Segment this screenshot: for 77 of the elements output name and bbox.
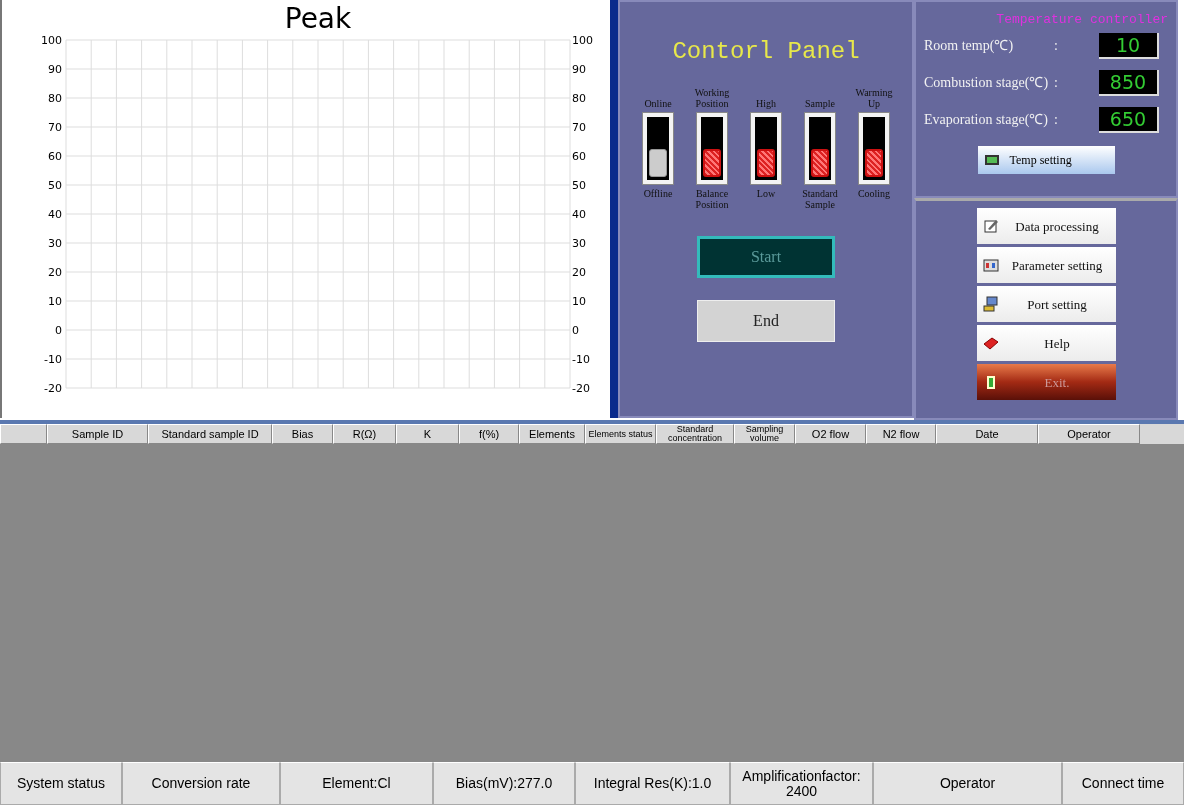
- switch-label: High: [756, 97, 776, 109]
- column-header[interactable]: O2 flow: [795, 424, 866, 444]
- y-axis-label: -20: [572, 382, 590, 395]
- y-axis-label: 60: [48, 150, 62, 163]
- y-axis-label: 80: [48, 92, 62, 105]
- y-axis-label: 40: [572, 208, 586, 221]
- switch-label: Balance Position: [694, 188, 730, 212]
- y-axis-label: 90: [572, 63, 586, 76]
- switch-label: Warming Up: [854, 86, 894, 109]
- y-axis-label: 90: [48, 63, 62, 76]
- switch-label: Cooling: [857, 188, 891, 201]
- switch-label: Standard Sample: [801, 188, 839, 212]
- switch-label: Working Position: [693, 86, 731, 109]
- y-axis-label: 30: [572, 237, 586, 250]
- reading-display: 10: [1099, 32, 1159, 59]
- temp-setting-button[interactable]: Temp setting: [977, 146, 1115, 174]
- y-axis-label: 70: [48, 121, 62, 134]
- status-field: Element:Cl: [280, 762, 433, 805]
- y-axis-label: 0: [572, 324, 579, 337]
- chart-title: Peak: [284, 2, 352, 35]
- y-axis-label: 10: [48, 295, 62, 308]
- y-axis-label: -20: [44, 382, 62, 395]
- column-header[interactable]: K: [396, 424, 459, 444]
- panel-title: Contorl Panel: [672, 38, 860, 65]
- column-header[interactable]: Sample ID: [47, 424, 148, 444]
- y-axis-label: 20: [48, 266, 62, 279]
- start-button[interactable]: Start: [697, 236, 835, 278]
- action-button[interactable]: Port setting: [976, 286, 1116, 322]
- panel-title: Temperature controller: [995, 12, 1168, 27]
- column-header[interactable]: Sampling volume: [734, 424, 795, 444]
- y-axis-label: 50: [572, 179, 586, 192]
- switch-label: Online: [644, 97, 672, 109]
- y-axis-label: 40: [48, 208, 62, 221]
- column-header[interactable]: Operator: [1038, 424, 1140, 444]
- y-axis-label: 100: [41, 34, 62, 47]
- y-axis-label: 70: [572, 121, 586, 134]
- column-header[interactable]: Elements: [519, 424, 585, 444]
- y-axis-label: 100: [572, 34, 593, 47]
- reading-display: 850: [1099, 69, 1159, 96]
- status-field: Bias(mV):277.0: [433, 762, 575, 805]
- y-axis-label: 60: [572, 150, 586, 163]
- column-header[interactable]: Date: [936, 424, 1038, 444]
- column-header[interactable]: R(Ω): [333, 424, 396, 444]
- column-header[interactable]: f(%): [459, 424, 519, 444]
- y-axis-label: 0: [55, 324, 62, 337]
- column-header[interactable]: Standard concentration: [656, 424, 734, 444]
- action-button[interactable]: Data processing: [976, 208, 1116, 244]
- status-field: Connect time: [1062, 762, 1184, 805]
- reading-label: Room temp(℃): [924, 38, 1015, 53]
- switch-label: Low: [756, 188, 776, 201]
- end-button[interactable]: End: [697, 300, 835, 342]
- action-button[interactable]: Parameter setting: [976, 247, 1116, 283]
- y-axis-label: 30: [48, 237, 62, 250]
- action-button[interactable]: Help: [976, 325, 1116, 361]
- separator: :: [1054, 111, 1059, 128]
- reading-label: Evaporation stage(℃): [924, 112, 1049, 127]
- switch-label: Sample: [805, 97, 835, 109]
- switch-label: Offline: [643, 188, 673, 201]
- column-header[interactable]: Elements status: [585, 424, 656, 444]
- status-field: Integral Res(K):1.0: [575, 762, 730, 805]
- y-axis-label: 20: [572, 266, 586, 279]
- y-axis-label: 10: [572, 295, 586, 308]
- column-header[interactable]: N2 flow: [866, 424, 936, 444]
- column-header[interactable]: Standard sample ID: [148, 424, 272, 444]
- separator: :: [1054, 74, 1059, 91]
- reading-label: Combustion stage(℃): [924, 75, 1050, 90]
- column-header[interactable]: Bias: [272, 424, 333, 444]
- status-field: System status: [0, 762, 122, 805]
- separator: :: [1054, 37, 1059, 54]
- y-axis-label: -10: [572, 353, 590, 366]
- y-axis-label: 80: [572, 92, 586, 105]
- y-axis-label: -10: [44, 353, 62, 366]
- status-field: Operator: [873, 762, 1062, 805]
- status-field: Amplificationfactor: 2400: [730, 762, 873, 805]
- y-axis-label: 50: [48, 179, 62, 192]
- status-field: Conversion rate: [122, 762, 280, 805]
- reading-display: 650: [1099, 106, 1159, 133]
